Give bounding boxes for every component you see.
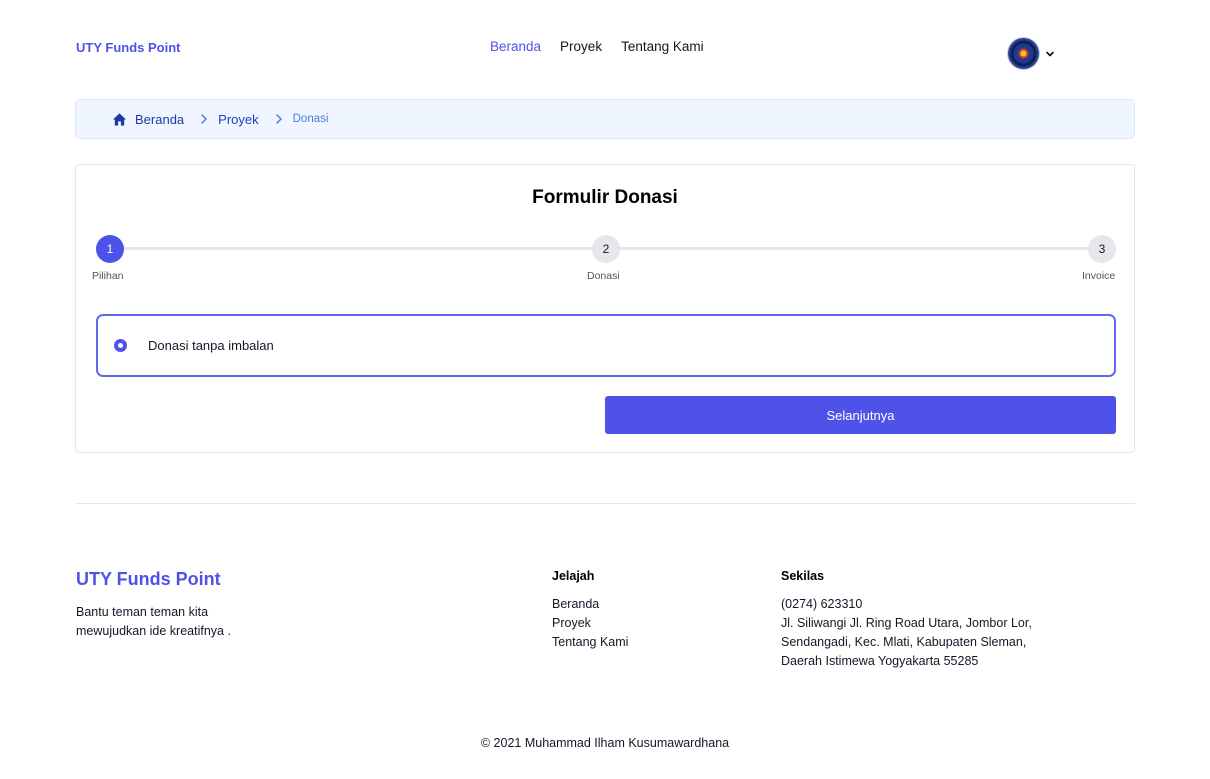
- form-title: Formulir Donasi: [532, 187, 678, 208]
- footer-link-tentang-kami[interactable]: Tentang Kami: [552, 633, 628, 652]
- step-2-label: Donasi: [587, 270, 620, 282]
- step-connector: [619, 247, 1088, 250]
- home-icon: [112, 112, 127, 126]
- footer-address: Jl. Siliwangi Jl. Ring Road Utara, Jombo…: [781, 616, 1032, 668]
- option-radio[interactable]: [114, 339, 127, 352]
- chevron-right-icon: [275, 114, 282, 124]
- step-3-indicator: 3: [1088, 235, 1116, 263]
- breadcrumb-label-beranda: Beranda: [135, 111, 185, 127]
- step-3-label: Invoice: [1082, 270, 1116, 282]
- footer-brand: UTY Funds Point: [76, 569, 221, 589]
- donation-form-card: Formulir Donasi 1 2 3 Pilihan Donasi Inv…: [75, 164, 1135, 453]
- breadcrumb-home[interactable]: Beranda: [112, 112, 184, 127]
- user-menu-toggle[interactable]: [1008, 38, 1055, 69]
- chevron-right-icon: [201, 114, 207, 124]
- breadcrumb-proyek[interactable]: Proyek: [218, 112, 258, 127]
- step-connector: [110, 247, 593, 250]
- breadcrumb-current: Donasi: [292, 113, 329, 125]
- brand-logo-link[interactable]: UTY Funds Point: [76, 40, 180, 55]
- step-1-indicator: 1: [96, 235, 124, 263]
- footer-tagline: Bantu teman teman kita mewujudkan ide kr…: [76, 605, 231, 638]
- step-1-label: Pilihan: [92, 270, 124, 282]
- nav-link-tentang-kami[interactable]: Tentang Kami: [621, 39, 704, 54]
- option-label: Donasi tanpa imbalan: [148, 338, 274, 353]
- copyright: © 2021 Muhammad Ilham Kusumawardhana: [480, 736, 730, 750]
- footer-explore-column: Jelajah Beranda Proyek Tentang Kami: [552, 569, 628, 652]
- breadcrumb: Beranda Proyek Donasi: [75, 99, 1135, 139]
- footer-info-title: Sekilas: [781, 569, 825, 583]
- footer-link-beranda[interactable]: Beranda: [552, 595, 628, 614]
- stepper: 1 2 3 Pilihan Donasi Invoice: [76, 235, 1134, 295]
- nav-link-beranda[interactable]: Beranda: [490, 39, 541, 54]
- footer-divider: [75, 503, 1135, 504]
- footer-explore-title: Jelajah: [552, 569, 595, 583]
- nav-link-proyek[interactable]: Proyek: [560, 39, 602, 54]
- footer-link-proyek[interactable]: Proyek: [552, 614, 628, 633]
- navbar: UTY Funds Point Beranda Proyek Tentang K…: [0, 0, 1210, 95]
- step-2-indicator: 2: [592, 235, 620, 263]
- main-nav: Beranda Proyek Tentang Kami: [490, 39, 704, 54]
- next-button[interactable]: Selanjutnya: [605, 396, 1116, 434]
- footer-phone: (0274) 623310: [781, 597, 863, 611]
- donation-option-no-reward[interactable]: Donasi tanpa imbalan: [96, 314, 1116, 377]
- avatar: [1008, 38, 1039, 69]
- footer-info-column: Sekilas (0274) 623310 Jl. Siliwangi Jl. …: [781, 569, 1041, 671]
- chevron-down-icon: [1046, 51, 1054, 56]
